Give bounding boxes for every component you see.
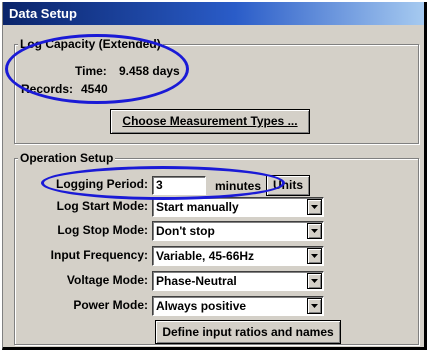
log-stop-mode-value: Don't stop [156, 224, 215, 238]
input-frequency-label: Input Frequency: [50, 248, 148, 262]
units-button[interactable]: Units [266, 175, 310, 196]
log-start-mode-select[interactable]: Start manually [152, 197, 324, 217]
data-setup-window: Data Setup Log Capacity (Extended) Time:… [2, 2, 427, 350]
chevron-down-icon[interactable] [307, 298, 322, 314]
time-label: Time: [75, 64, 107, 78]
log-stop-mode-label: Log Stop Mode: [57, 223, 148, 237]
time-value: 9.458 days [119, 64, 180, 78]
records-value: 4540 [81, 82, 108, 96]
log-capacity-legend: Log Capacity (Extended) [18, 37, 163, 51]
chevron-down-icon[interactable] [307, 273, 322, 289]
records-label: Records: [21, 82, 74, 96]
logging-period-unit: minutes [215, 179, 262, 193]
log-stop-mode-select[interactable]: Don't stop [152, 221, 324, 241]
choose-measurement-types-button[interactable]: Choose Measurement Types ... [110, 109, 310, 134]
window-title: Data Setup [3, 2, 424, 25]
power-mode-label: Power Mode: [73, 298, 148, 312]
log-start-mode-value: Start manually [156, 200, 239, 214]
power-mode-value: Always positive [156, 299, 247, 313]
logging-period-label: Logging Period: [56, 177, 148, 191]
chevron-down-icon[interactable] [307, 199, 322, 215]
log-start-mode-label: Log Start Mode: [56, 199, 148, 213]
define-input-ratios-button[interactable]: Define input ratios and names [155, 320, 341, 344]
power-mode-select[interactable]: Always positive [152, 296, 324, 316]
voltage-mode-label: Voltage Mode: [66, 273, 148, 287]
chevron-down-icon[interactable] [307, 248, 322, 264]
input-frequency-value: Variable, 45-66Hz [156, 249, 255, 263]
voltage-mode-select[interactable]: Phase-Neutral [152, 271, 324, 291]
voltage-mode-value: Phase-Neutral [156, 274, 237, 288]
input-frequency-select[interactable]: Variable, 45-66Hz [152, 246, 324, 266]
chevron-down-icon[interactable] [307, 223, 322, 239]
operation-setup-legend: Operation Setup [18, 151, 116, 165]
logging-period-input[interactable]: 3 [152, 176, 206, 195]
